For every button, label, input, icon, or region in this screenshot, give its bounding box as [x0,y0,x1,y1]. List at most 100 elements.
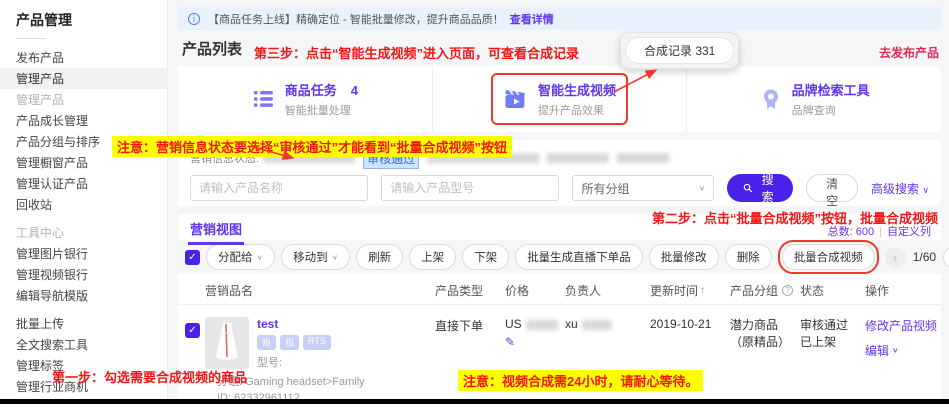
edit-product-video-link[interactable]: 修改产品视频 [865,317,941,334]
next-page-button[interactable]: › [943,247,949,268]
chevron-down-icon: ∨ [332,253,339,262]
bottom-border-bar [0,399,949,404]
product-name-input[interactable] [190,175,368,201]
list-online-button[interactable]: 上架 [409,244,456,270]
group-select-value: 所有分组 [581,180,629,197]
annotation-step1: 第一步：勾选需要合成视频的商品 [52,367,247,386]
badge-spec: 规 [257,335,276,350]
price-prefix: US [505,317,522,331]
sidebar: 产品管理 发布产品 管理产品 管理产品 产品成长管理 产品分组与排序 管理橱窗产… [0,0,168,399]
card-brand-search[interactable]: 品牌检索工具 品牌查询 [686,66,941,132]
edit-dropdown-link[interactable]: 编辑∨ [865,342,941,359]
sidebar-item-image-bank[interactable]: 管理图片银行 [0,243,167,264]
status-line-2: 已上架 [800,334,865,351]
annotation-step2: 第二步：点击“批量合成视频”按钮，批量合成视频 [652,208,938,227]
sidebar-item-video-bank[interactable]: 管理视频银行 [0,264,167,285]
edit-price-icon[interactable]: ✎ [505,335,565,349]
search-button-label: 搜索 [758,171,777,205]
owner-prefix: xu [565,317,578,331]
sidebar-item-product-growth[interactable]: 产品成长管理 [0,110,167,131]
row-checkbox[interactable]: ✓ [185,323,200,338]
actions-cell: 修改产品视频 编辑∨ [865,317,941,404]
step2-highlight-box: 批量合成视频 [778,240,879,274]
batch-edit-button[interactable]: 批量修改 [649,244,719,270]
feature-cards: 商品任务4 智能批量处理 智能生成视频 提升产品效果 [178,66,941,132]
select-all-checkbox[interactable]: ✓ [185,250,200,265]
custom-columns-link[interactable]: 自定义列 [887,226,931,238]
record-tooltip: 合成记录 331 [620,32,739,69]
card-smart-video[interactable]: 智能生成视频 提升产品效果 [432,66,687,132]
page-indicator: 1/60 [913,250,936,264]
sidebar-item-nav-template[interactable]: 编辑导航模版 [0,285,167,306]
category-cell: 潜力商品（原精品） [730,317,800,404]
product-image[interactable] [205,317,249,369]
move-to-button[interactable]: 移动到 ∨ [281,244,350,270]
card-subtitle: 品牌查询 [792,102,870,118]
batch-video-synthesis-button[interactable]: 批量合成视频 [782,244,875,270]
sidebar-title: 产品管理 [0,10,167,30]
product-model-input[interactable] [381,175,559,201]
delist-button[interactable]: 下架 [462,244,509,270]
annotation-note-wait: 注意：视频合成需24小时，请耐心等待。 [458,370,703,391]
masked-price [526,320,558,330]
card-title: 品牌检索工具 [792,80,870,99]
annotation-step3: 第三步：点击“智能生成视频”进入页面，可查看合成记录 [254,43,579,62]
assign-to-button[interactable]: 分配给 ∨ [206,244,275,270]
sort-up-icon: ↑ [700,285,705,296]
product-name-link[interactable]: test [257,317,331,331]
card-subtitle: 智能批量处理 [285,102,358,118]
chevron-down-icon: ∨ [257,253,264,262]
publish-product-link[interactable]: 去发布产品 [879,44,939,61]
header-product-name: 营销品名 [205,282,435,299]
header-status: 状态 [800,282,865,299]
refresh-button[interactable]: 刷新 [356,244,403,270]
header-label: 产品分组 [730,282,778,299]
card-product-task[interactable]: 商品任务4 智能批量处理 [178,66,432,132]
product-group: 分组: Gaming headset>Family [217,373,435,389]
dress-photo [205,317,249,369]
sidebar-item-recycle-bin[interactable]: 回收站 [0,194,167,215]
banner-detail-link[interactable]: 查看详情 [510,11,554,27]
tab-marketing-view[interactable]: 营销视图 [188,214,244,245]
header-label: 更新时间 [650,282,698,299]
clear-button[interactable]: 清空 [806,174,858,202]
product-model: 型号: [257,354,331,370]
sidebar-item-certified-products[interactable]: 管理认证产品 [0,173,167,194]
card-product-task-text: 商品任务4 智能批量处理 [285,80,358,118]
video-clapper-icon [503,86,529,112]
button-label: 移动到 [293,249,328,265]
edit-label: 编辑 [865,342,889,359]
card-brand-search-text: 品牌检索工具 品牌查询 [792,80,870,118]
sidebar-item-publish-product[interactable]: 发布产品 [0,47,167,68]
prev-page-button[interactable]: ‹ [885,247,906,268]
status-cell: 审核通过 已上架 [800,317,865,404]
chevron-down-icon: ∨ [922,185,929,195]
sidebar-item-fulltext-search[interactable]: 全文搜索工具 [0,334,167,355]
bulk-actions-toolbar: ✓ 分配给 ∨ 移动到 ∨ 刷新 上架 下架 批量生成直播下单品 批量修改 删除 批… [178,240,941,274]
sidebar-item-manage-product[interactable]: 管理产品 [0,68,167,89]
banner-text: 【商品任务上线】精确定位 - 智能批量修改，提升商品品质！ [208,11,504,27]
card-title: 智能生成视频 [538,80,616,99]
header-product-type: 产品类型 [435,282,505,299]
card-smart-video-text: 智能生成视频 提升产品效果 [538,80,616,118]
advanced-search-link[interactable]: 高级搜索 ∨ [871,180,929,197]
sidebar-section-tool-center: 工具中心 [0,222,167,243]
chevron-down-icon: ∨ [699,184,706,193]
product-main: test 规 视 RTS 型号: [205,317,435,370]
sidebar-item-bulk-upload[interactable]: 批量上传 [0,313,167,334]
card-count: 4 [351,83,358,98]
button-label: 分配给 [218,249,253,265]
record-count-button[interactable]: 合成记录 331 [625,37,734,64]
header-updated[interactable]: 更新时间↑ [650,282,730,299]
product-management-screen: 产品管理 发布产品 管理产品 管理产品 产品成长管理 产品分组与排序 管理橱窗产… [0,0,949,408]
medal-icon [759,87,783,111]
group-select[interactable]: 所有分组 ∨ [572,175,714,201]
filter-inputs-row: 所有分组 ∨ 搜索 清空 高级搜索 ∨ [190,174,929,202]
task-list-icon [252,87,276,111]
delete-button[interactable]: 删除 [725,244,772,270]
sidebar-divider [16,38,46,39]
search-button[interactable]: 搜索 [727,174,793,202]
batch-generate-live-items-button[interactable]: 批量生成直播下单品 [515,244,643,270]
masked-status-option [547,153,609,163]
header-owner: 负责人 [565,282,650,299]
